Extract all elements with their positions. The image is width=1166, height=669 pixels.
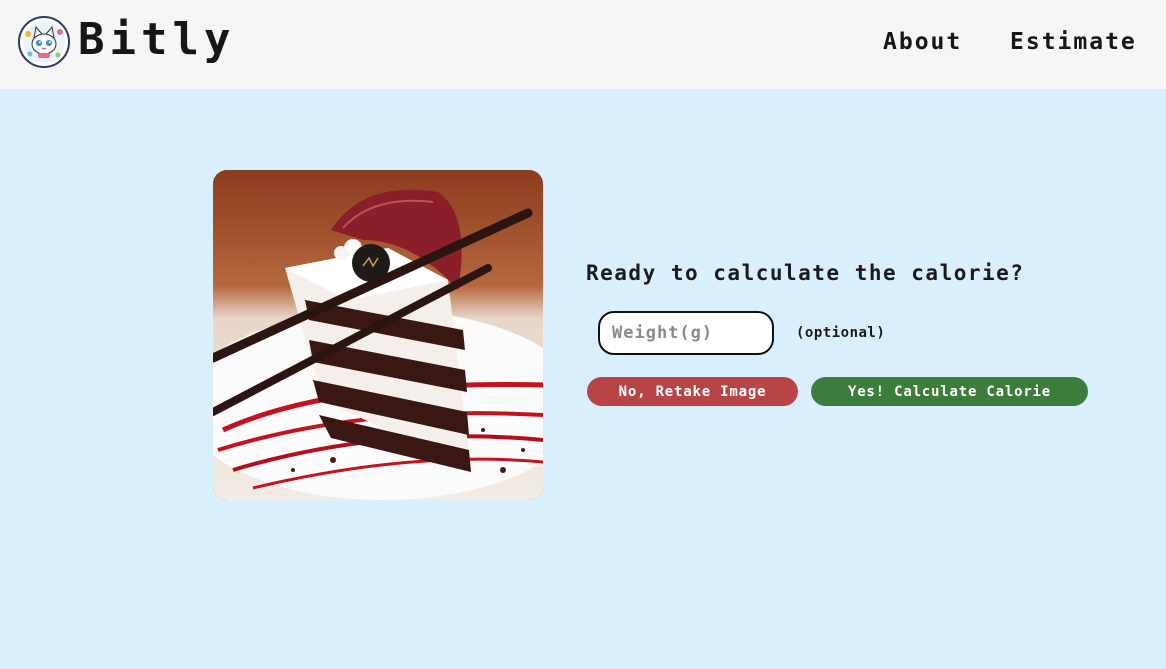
calculate-calorie-button[interactable]: Yes! Calculate Calorie	[811, 377, 1088, 406]
nav-about-link[interactable]: About	[883, 27, 962, 57]
cat-avatar-icon[interactable]	[18, 16, 70, 68]
confirm-question: Ready to calculate the calorie?	[586, 261, 1025, 285]
nav-estimate-link[interactable]: Estimate	[1010, 27, 1137, 57]
site-header: Bitly About Estimate	[0, 0, 1166, 89]
food-photo	[213, 170, 543, 500]
brand-name[interactable]: Bitly	[78, 14, 235, 66]
optional-hint: (optional)	[796, 325, 886, 341]
weight-input[interactable]	[598, 311, 774, 355]
retake-image-button[interactable]: No, Retake Image	[587, 377, 798, 406]
